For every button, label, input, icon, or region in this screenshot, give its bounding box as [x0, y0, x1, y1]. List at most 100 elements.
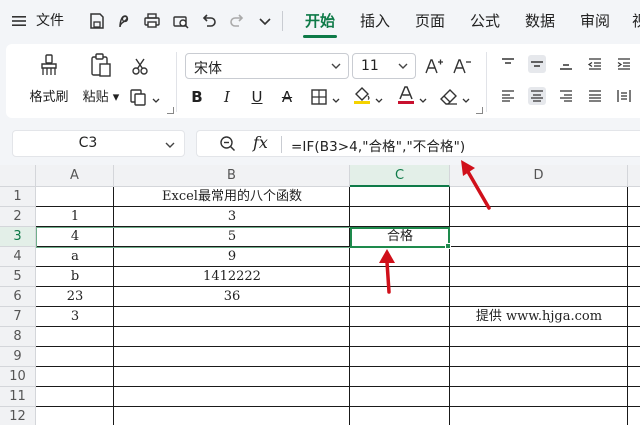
font-color-icon[interactable]	[396, 85, 416, 105]
brush-icon	[36, 52, 62, 78]
fill-color-dropdown-icon[interactable]	[375, 94, 383, 103]
row-header-12[interactable]: 12	[0, 407, 36, 425]
column-header-a[interactable]: A	[36, 165, 114, 187]
align-middle-icon[interactable]	[528, 55, 546, 73]
cell-reference: C3	[78, 135, 98, 151]
row-header-9[interactable]: 9	[0, 347, 36, 367]
row-header-2[interactable]: 2	[0, 207, 36, 227]
distributed-align-icon[interactable]	[615, 87, 633, 105]
clear-format-dropdown-icon[interactable]	[462, 94, 470, 103]
cell-a5[interactable]: b	[36, 267, 114, 287]
column-header-e[interactable]	[628, 165, 640, 187]
chevron-down-icon	[397, 60, 409, 76]
font-color-dropdown-icon[interactable]	[419, 94, 427, 103]
row-header-7[interactable]: 7	[0, 307, 36, 327]
increase-font-size-icon[interactable]	[424, 56, 444, 76]
fill-handle[interactable]	[445, 243, 451, 249]
chevron-down-icon[interactable]	[164, 139, 176, 155]
font-size-select[interactable]: 11	[352, 53, 416, 79]
align-bottom-icon[interactable]	[557, 55, 575, 73]
cell-a6[interactable]: 23	[36, 287, 114, 307]
clipboard-dialog-launcher-icon[interactable]	[167, 107, 174, 114]
cell-d7[interactable]: 提供 www.hjga.com	[450, 307, 628, 327]
tab-data[interactable]: 数据	[525, 8, 555, 34]
paste-label: 粘贴 ▾	[82, 90, 120, 105]
chevron-down-icon[interactable]	[256, 11, 274, 31]
tab-insert[interactable]: 插入	[360, 8, 390, 34]
insert-function-button[interactable]: fx	[253, 133, 268, 152]
row-header-6[interactable]: 6	[0, 287, 36, 307]
tab-formulas[interactable]: 公式	[470, 8, 500, 34]
hamburger-menu-icon[interactable]	[10, 11, 28, 31]
align-center-icon[interactable]	[528, 87, 546, 105]
bold-button[interactable]: B	[188, 86, 206, 108]
cell-b5[interactable]: 1412222	[114, 267, 350, 287]
strikethrough-button[interactable]: A	[278, 86, 296, 108]
borders-icon[interactable]	[309, 87, 329, 107]
redo-icon[interactable]	[228, 11, 246, 31]
copy-dropdown-icon[interactable]	[152, 94, 160, 103]
row-header-1[interactable]: 1	[0, 187, 36, 207]
tab-home[interactable]: 开始	[305, 8, 335, 34]
cell-a3[interactable]: 4	[36, 227, 114, 247]
font-name-select[interactable]: 宋体	[185, 53, 349, 79]
formula-input[interactable]: =IF(B3>4,"合格","不合格")	[291, 135, 465, 155]
row-header-11[interactable]: 11	[0, 387, 36, 407]
row-header-4[interactable]: 4	[0, 247, 36, 267]
increase-indent-icon[interactable]	[615, 55, 633, 73]
ribbon-divider	[486, 52, 487, 112]
underline-button[interactable]: U	[248, 86, 266, 108]
font-dialog-launcher-icon[interactable]	[476, 107, 483, 114]
tab-page[interactable]: 页面	[415, 8, 445, 34]
cell-a4[interactable]: a	[36, 247, 114, 267]
zoom-out-icon[interactable]	[219, 135, 237, 153]
fill-color-icon[interactable]	[352, 85, 372, 105]
row-header-10[interactable]: 10	[0, 367, 36, 387]
tab-review[interactable]: 审阅	[580, 8, 610, 34]
cell-b4[interactable]: 9	[114, 247, 350, 267]
ribbon: 格式刷 粘贴 ▾ 宋体 11 B I U A	[6, 44, 640, 118]
active-tab-indicator	[303, 35, 337, 38]
decrease-font-size-icon[interactable]	[452, 56, 472, 76]
clear-format-icon[interactable]	[439, 87, 459, 107]
formula-bar[interactable]: fx =IF(B3>4,"合格","不合格")	[196, 130, 640, 157]
column-header-c[interactable]: C	[350, 165, 450, 187]
cell-b6[interactable]: 36	[114, 287, 350, 307]
align-left-icon[interactable]	[499, 87, 517, 105]
cell-a2[interactable]: 1	[36, 207, 114, 227]
paste-label-text: 粘贴	[82, 90, 109, 105]
formula-divider	[281, 136, 282, 153]
select-all-corner[interactable]	[0, 165, 36, 187]
cell-b1[interactable]: Excel最常用的八个函数	[114, 187, 350, 207]
cell-b2[interactable]: 3	[114, 207, 350, 227]
column-header-b[interactable]: B	[114, 165, 350, 187]
italic-button[interactable]: I	[218, 86, 236, 108]
justify-icon[interactable]	[586, 87, 604, 105]
cell-a7[interactable]: 3	[36, 307, 114, 327]
cut-icon[interactable]	[130, 56, 150, 76]
align-top-icon[interactable]	[499, 55, 517, 73]
row-header-8[interactable]: 8	[0, 327, 36, 347]
file-menu[interactable]: 文件	[36, 10, 64, 32]
tab-view[interactable]: 视	[632, 8, 640, 34]
grid-line	[449, 187, 450, 425]
row-header-5[interactable]: 5	[0, 267, 36, 287]
decrease-indent-icon[interactable]	[586, 55, 604, 73]
spreadsheet-grid[interactable]: A B C D 1 2 3 4 5 6 7 8 9 10 11 12 Excel…	[0, 165, 640, 425]
chevron-down-icon	[330, 60, 342, 76]
print-icon[interactable]	[143, 11, 161, 31]
cell-b3[interactable]: 5	[114, 227, 350, 247]
print-preview-icon[interactable]	[172, 11, 190, 31]
borders-dropdown-icon[interactable]	[332, 94, 340, 103]
ribbon-divider	[176, 52, 177, 112]
font-name-value: 宋体	[194, 61, 222, 77]
export-pdf-icon[interactable]	[115, 11, 133, 31]
name-box[interactable]: C3	[12, 130, 185, 157]
save-icon[interactable]	[88, 11, 106, 31]
format-painter-button[interactable]: 格式刷	[26, 52, 72, 105]
undo-icon[interactable]	[200, 11, 218, 31]
align-right-icon[interactable]	[557, 87, 575, 105]
copy-icon[interactable]	[128, 87, 148, 107]
row-header-3[interactable]: 3	[0, 227, 36, 247]
paste-button[interactable]: 粘贴 ▾	[80, 52, 122, 105]
